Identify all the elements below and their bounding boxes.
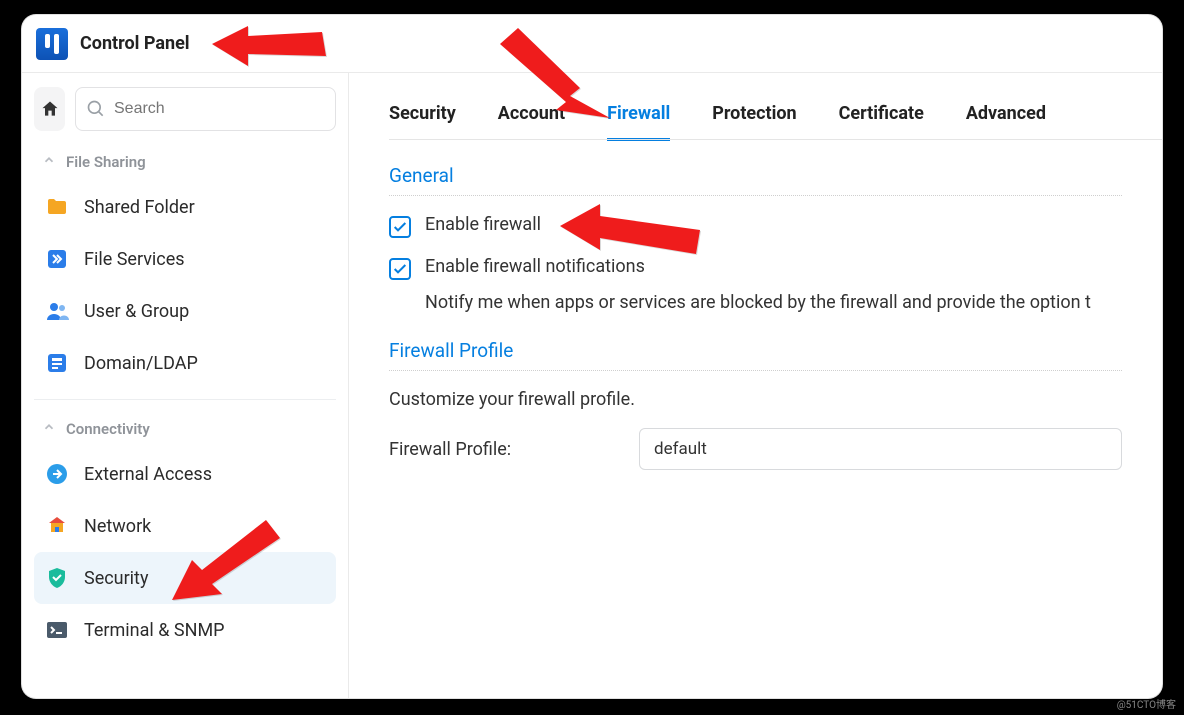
terminal-icon: [44, 617, 70, 643]
external-access-icon: [44, 461, 70, 487]
nav-label: External Access: [84, 464, 212, 485]
sidebar-item-shared-folder[interactable]: Shared Folder: [34, 181, 336, 233]
network-icon: [44, 513, 70, 539]
titlebar: Control Panel: [22, 15, 1162, 73]
notifications-description: Notify me when apps or services are bloc…: [425, 292, 1122, 313]
window-title: Control Panel: [80, 33, 190, 54]
tab-protection[interactable]: Protection: [712, 103, 796, 140]
control-panel-icon: [36, 28, 68, 60]
home-icon: [40, 99, 60, 119]
profile-description: Customize your firewall profile.: [389, 389, 1122, 410]
enable-notifications-label: Enable firewall notifications: [425, 256, 645, 277]
search-input[interactable]: [75, 87, 336, 131]
sidebar-item-terminal-snmp[interactable]: Terminal & SNMP: [34, 604, 336, 656]
nav-label: Network: [84, 516, 151, 537]
control-panel-window: Control Panel File Sharing: [22, 15, 1162, 698]
tab-firewall[interactable]: Firewall: [607, 103, 670, 140]
tab-security[interactable]: Security: [389, 103, 456, 140]
tab-advanced[interactable]: Advanced: [966, 103, 1046, 140]
tab-account[interactable]: Account: [498, 103, 565, 140]
profile-select[interactable]: default: [639, 428, 1122, 470]
group-label: Connectivity: [66, 420, 150, 438]
nav-label: Security: [84, 568, 148, 589]
divider: [389, 370, 1122, 371]
group-label: File Sharing: [66, 153, 146, 171]
divider: [34, 399, 336, 400]
sidebar-item-external-access[interactable]: External Access: [34, 448, 336, 500]
sidebar-item-file-services[interactable]: File Services: [34, 233, 336, 285]
profile-field-label: Firewall Profile:: [389, 439, 619, 460]
chevron-up-icon: [42, 420, 56, 438]
domain-icon: [44, 350, 70, 376]
group-connectivity[interactable]: Connectivity: [34, 410, 336, 448]
section-general-title: General: [389, 164, 1122, 187]
home-button[interactable]: [34, 87, 65, 131]
shield-icon: [44, 565, 70, 591]
sidebar-item-network[interactable]: Network: [34, 500, 336, 552]
sidebar-item-security[interactable]: Security: [34, 552, 336, 604]
sidebar: File Sharing Shared Folder File Services…: [22, 73, 349, 698]
profile-select-value: default: [654, 439, 707, 459]
file-services-icon: [44, 246, 70, 272]
nav-label: File Services: [84, 249, 185, 270]
user-group-icon: [44, 298, 70, 324]
section-profile-title: Firewall Profile: [389, 339, 1122, 362]
enable-firewall-label: Enable firewall: [425, 214, 541, 235]
watermark: @51CTO博客: [1117, 696, 1176, 711]
search-icon: [86, 99, 106, 123]
nav-label: Terminal & SNMP: [84, 620, 225, 641]
nav-label: User & Group: [84, 301, 189, 322]
enable-notifications-checkbox[interactable]: [389, 258, 411, 280]
folder-icon: [44, 194, 70, 220]
sidebar-item-user-group[interactable]: User & Group: [34, 285, 336, 337]
tab-certificate[interactable]: Certificate: [839, 103, 924, 140]
nav-label: Domain/LDAP: [84, 353, 198, 374]
nav-label: Shared Folder: [84, 197, 195, 218]
sidebar-item-domain-ldap[interactable]: Domain/LDAP: [34, 337, 336, 389]
chevron-up-icon: [42, 153, 56, 171]
content-area: Security Account Firewall Protection Cer…: [349, 73, 1162, 698]
group-file-sharing[interactable]: File Sharing: [34, 143, 336, 181]
divider: [389, 195, 1122, 196]
tabs: Security Account Firewall Protection Cer…: [349, 73, 1162, 140]
enable-firewall-checkbox[interactable]: [389, 216, 411, 238]
